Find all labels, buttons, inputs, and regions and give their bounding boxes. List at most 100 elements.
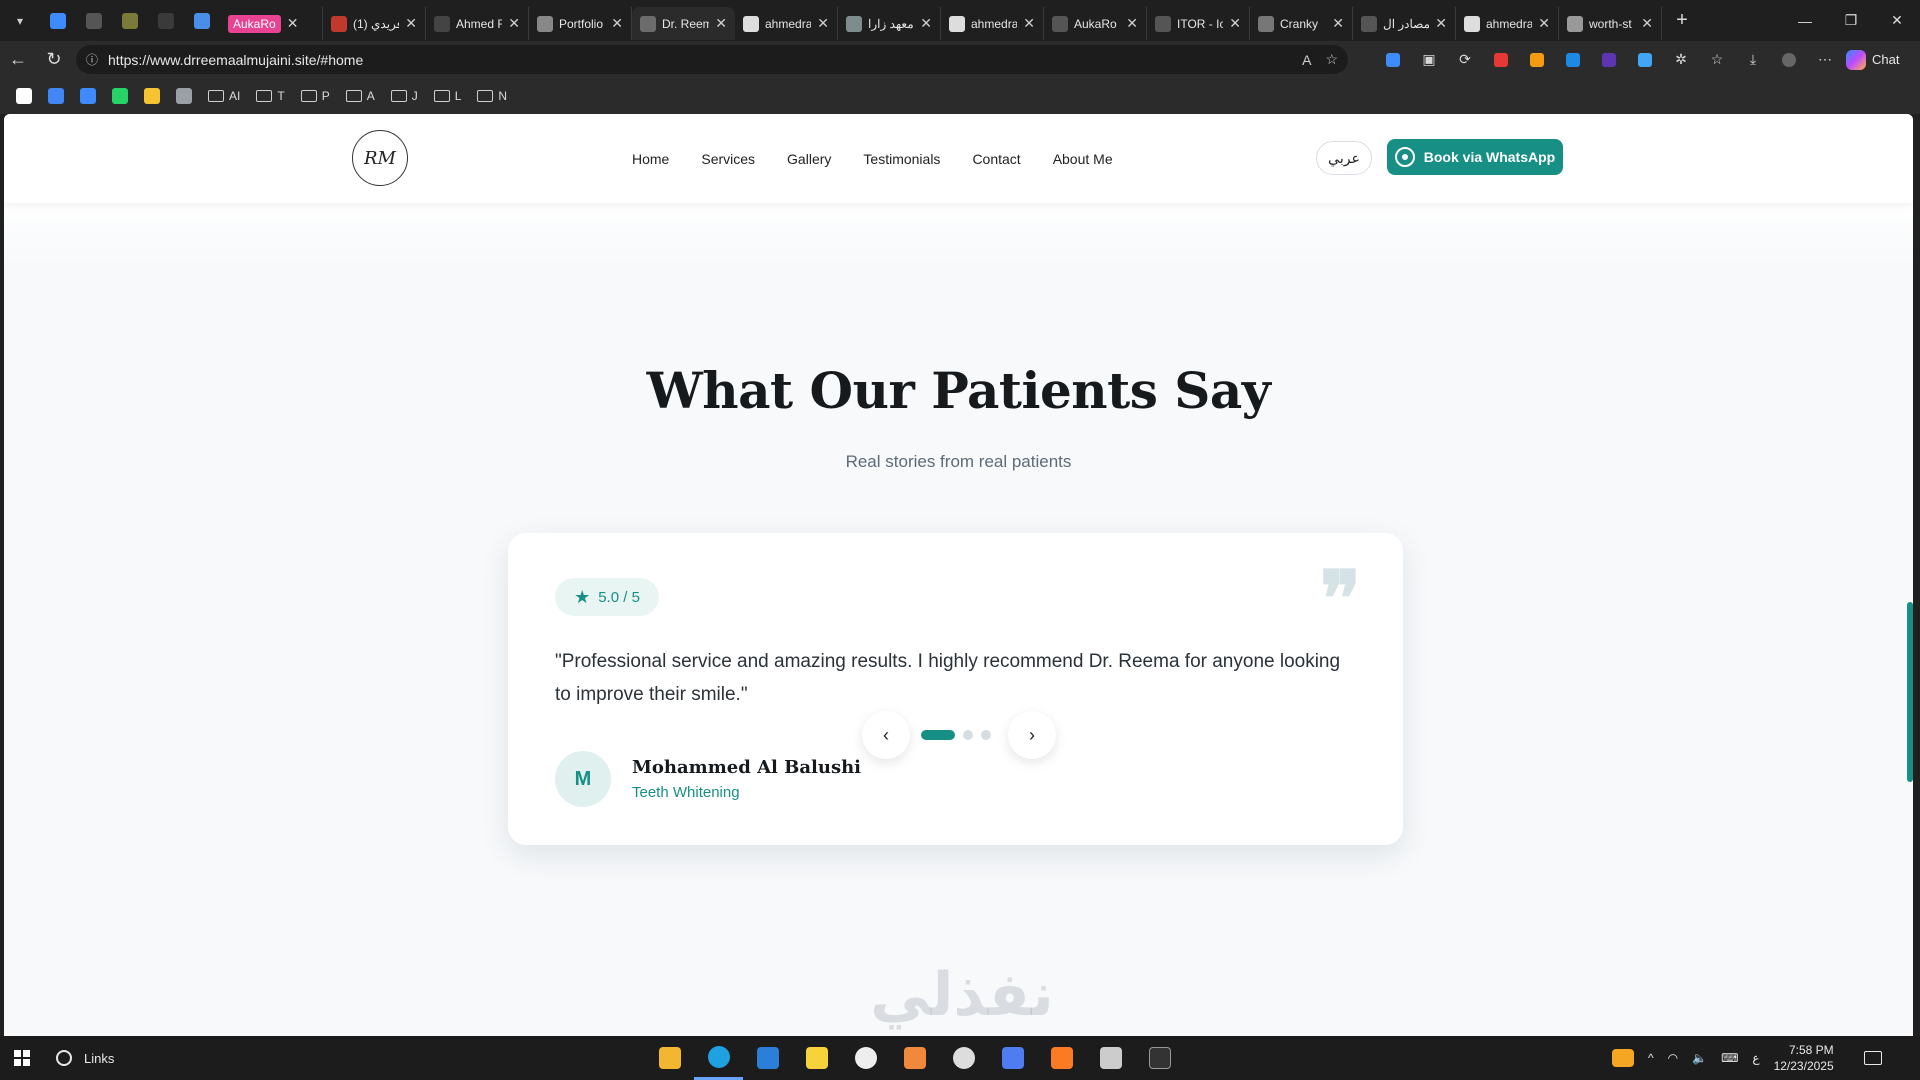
bookmark-folder[interactable]: L	[426, 82, 470, 110]
maximize-icon[interactable]: ❐	[1828, 0, 1874, 41]
tab-actions-menu-button[interactable]: ▾	[0, 0, 40, 41]
extension-purple-icon[interactable]	[1591, 45, 1627, 74]
browser-tab[interactable]: ahmedra ✕	[1456, 7, 1559, 40]
carousel-dot-1[interactable]	[921, 730, 955, 740]
site-info-icon[interactable]: ⓘ	[86, 51, 98, 68]
tab-close-icon[interactable]: ✕	[1332, 15, 1344, 32]
taskbar-sticky-notes[interactable]	[792, 1036, 841, 1080]
browser-tab[interactable]: ITOR - Ic ✕	[1147, 7, 1250, 40]
minimize-icon[interactable]: —	[1782, 0, 1828, 41]
pinned-tab-1[interactable]	[40, 0, 76, 41]
address-bar[interactable]: ⓘ https://www.drreemaalmujaini.site/#hom…	[76, 45, 1348, 74]
nav-link-gallery[interactable]: Gallery	[787, 151, 831, 167]
taskbar-app-blue[interactable]	[988, 1036, 1037, 1080]
tab-close-icon[interactable]: ✕	[1538, 15, 1550, 32]
nav-link-testimonials[interactable]: Testimonials	[863, 151, 940, 167]
language-toggle-button[interactable]: عربي	[1316, 141, 1372, 175]
carousel-dot-3[interactable]	[981, 730, 991, 740]
start-button[interactable]	[0, 1036, 44, 1080]
nav-link-about-me[interactable]: About Me	[1053, 151, 1113, 167]
carousel-prev-button[interactable]: ‹	[862, 711, 910, 759]
carousel-next-button[interactable]: ›	[1008, 711, 1056, 759]
pinned-tab-5[interactable]	[184, 0, 220, 41]
tab-close-icon[interactable]: ✕	[405, 15, 417, 32]
bookmark-folder[interactable]: T	[248, 82, 292, 110]
nav-link-home[interactable]: Home	[632, 151, 669, 167]
browser-tab[interactable]: Ahmed R ✕	[426, 7, 529, 40]
read-aloud-icon[interactable]: A	[1302, 52, 1311, 68]
pinned-tab-2[interactable]	[76, 0, 112, 41]
tab-close-icon[interactable]: ✕	[1126, 15, 1138, 32]
browser-tab[interactable]: معهد زارا ✕	[838, 7, 941, 40]
copilot-chat-button[interactable]: Chat	[1846, 45, 1918, 74]
pinned-tab-4[interactable]	[148, 0, 184, 41]
bookmark-folder[interactable]: J	[383, 82, 426, 110]
bookmark-item[interactable]	[40, 82, 72, 110]
weather-icon[interactable]	[1612, 1049, 1634, 1067]
close-window-icon[interactable]: ✕	[1874, 0, 1920, 41]
extensions-puzzle-icon[interactable]: ✲	[1663, 45, 1699, 74]
bookmark-item[interactable]	[8, 82, 40, 110]
taskbar-edge[interactable]	[694, 1036, 743, 1080]
taskbar-app-bag[interactable]	[1086, 1036, 1135, 1080]
browser-tab[interactable]: ahmedra ✕	[735, 7, 838, 40]
browser-tab[interactable]: ahmedra ✕	[941, 7, 1044, 40]
bookmark-item[interactable]	[104, 82, 136, 110]
nav-link-services[interactable]: Services	[701, 151, 755, 167]
address-url[interactable]: https://www.drreemaalmujaini.site/#home	[108, 52, 1288, 68]
nav-link-contact[interactable]: Contact	[972, 151, 1020, 167]
book-whatsapp-button[interactable]: Book via WhatsApp	[1387, 139, 1563, 175]
tab-close-icon[interactable]: ✕	[920, 15, 932, 32]
back-arrow-icon[interactable]: ←	[0, 42, 36, 78]
browser-tab[interactable]: AukaRo ✕	[220, 7, 323, 40]
profile-avatar-icon[interactable]	[1771, 45, 1807, 74]
browser-tab[interactable]: Cranky ✕	[1250, 7, 1353, 40]
browser-tab[interactable]: Portfolio ✕	[529, 7, 632, 40]
taskbar-xampp[interactable]	[1037, 1036, 1086, 1080]
extension-window-icon[interactable]: ▣	[1411, 45, 1447, 74]
carousel-dot-2[interactable]	[963, 730, 973, 740]
browser-tab[interactable]: (1) فريدي ✕	[323, 7, 426, 40]
new-tab-button[interactable]: +	[1662, 0, 1702, 41]
bookmark-folder[interactable]: N	[469, 82, 515, 110]
browser-tab[interactable]: worth-st ✕	[1559, 7, 1662, 40]
tab-close-icon[interactable]: ✕	[508, 15, 520, 32]
extension-red-icon[interactable]	[1483, 45, 1519, 74]
bookmark-item[interactable]	[136, 82, 168, 110]
taskbar-search[interactable]: Links	[44, 1050, 114, 1066]
tab-close-icon[interactable]: ✕	[1435, 15, 1447, 32]
tab-close-icon[interactable]: ✕	[1641, 15, 1653, 32]
taskbar-app-white[interactable]	[939, 1036, 988, 1080]
bookmark-item[interactable]	[168, 82, 200, 110]
tab-close-icon[interactable]: ✕	[715, 15, 727, 32]
tab-close-icon[interactable]: ✕	[287, 15, 299, 32]
pinned-tab-3[interactable]	[112, 0, 148, 41]
page-scrollbar-thumb[interactable]	[1907, 602, 1913, 782]
extension-gem-icon[interactable]	[1375, 45, 1411, 74]
extension-blue-icon[interactable]	[1555, 45, 1591, 74]
favorites-icon[interactable]: ☆	[1699, 45, 1735, 74]
tab-close-icon[interactable]: ✕	[1229, 15, 1241, 32]
refresh-icon[interactable]: ↻	[36, 42, 72, 78]
more-menu-icon[interactable]: ⋯	[1807, 45, 1843, 74]
site-logo[interactable]: RM	[352, 130, 408, 186]
bookmark-folder[interactable]: P	[293, 82, 338, 110]
extension-loop-icon[interactable]: ⟳	[1447, 45, 1483, 74]
wifi-icon[interactable]: ◠	[1668, 1051, 1678, 1065]
tab-close-icon[interactable]: ✕	[611, 15, 623, 32]
browser-tab[interactable]: Dr. Reem ✕	[632, 7, 735, 40]
favorite-star-icon[interactable]: ☆	[1325, 51, 1338, 68]
input-language-indicator[interactable]: ع	[1752, 1051, 1759, 1065]
extension-doc-icon[interactable]	[1627, 45, 1663, 74]
taskbar-vscode[interactable]	[743, 1036, 792, 1080]
tab-close-icon[interactable]: ✕	[817, 15, 829, 32]
notification-center-icon[interactable]	[1863, 1051, 1882, 1065]
bookmark-item[interactable]	[72, 82, 104, 110]
tray-overflow-icon[interactable]: ^	[1648, 1051, 1654, 1065]
bookmark-folder[interactable]: A	[338, 82, 383, 110]
taskbar-app-orange[interactable]	[890, 1036, 939, 1080]
downloads-icon[interactable]: ⤓	[1735, 45, 1771, 74]
extension-pen-icon[interactable]	[1519, 45, 1555, 74]
taskbar-github[interactable]	[841, 1036, 890, 1080]
taskbar-terminal[interactable]	[1135, 1036, 1184, 1080]
